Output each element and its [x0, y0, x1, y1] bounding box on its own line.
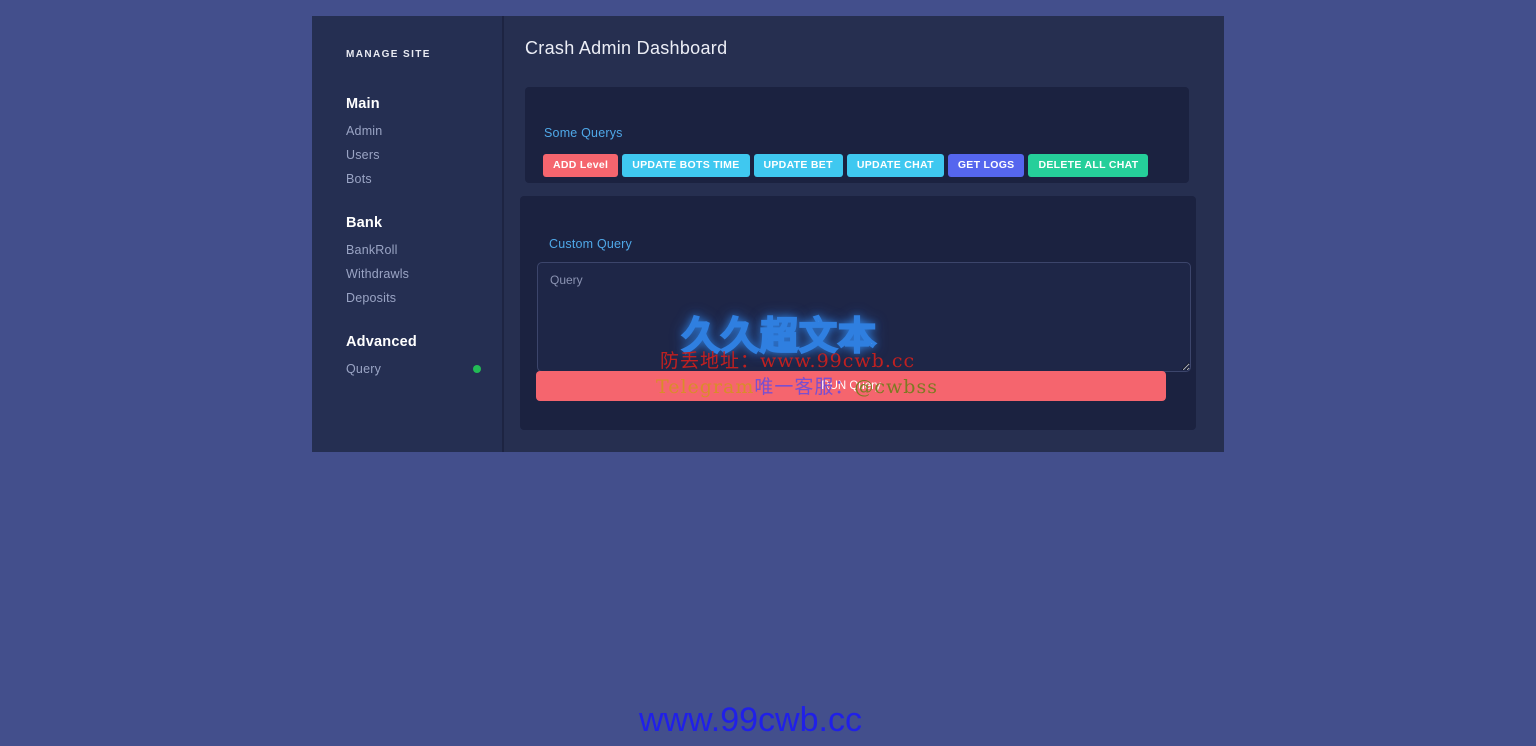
app-window: MANAGE SITE Main Admin Users Bots Bank B… — [312, 16, 1224, 452]
custom-query-heading: Custom Query — [549, 237, 632, 251]
run-query-button[interactable]: RUN Query — [536, 371, 1166, 401]
sidebar-item-label: Bots — [346, 172, 372, 186]
add-level-button[interactable]: ADD Level — [543, 154, 619, 177]
sidebar-item-label: BankRoll — [346, 243, 398, 257]
main-content: Crash Admin Dashboard Some Querys ADD Le… — [504, 16, 1224, 452]
update-chat-button[interactable]: UPDATE CHAT — [846, 154, 944, 177]
nav-group-title-bank: Bank — [346, 215, 383, 231]
sidebar-item-label: Query — [346, 362, 382, 376]
sidebar-item-label: Users — [346, 148, 380, 162]
sidebar-item-query[interactable]: Query — [346, 362, 496, 376]
queries-card-heading: Some Querys — [544, 126, 623, 140]
watermark-bottom-url: www.99cwb.cc — [639, 701, 862, 739]
nav-group-bank: Bank BankRoll Withdrawls Deposits — [346, 215, 496, 315]
nav-group-title-main: Main — [346, 96, 380, 112]
sidebar-item-users[interactable]: Users — [346, 148, 496, 162]
sidebar-item-label: Withdrawls — [346, 267, 410, 281]
update-bet-button[interactable]: UPDATE BET — [753, 154, 843, 177]
status-dot-icon — [473, 365, 481, 373]
sidebar-item-label: Deposits — [346, 291, 397, 305]
delete-all-chat-button[interactable]: DELETE ALL CHAT — [1028, 154, 1149, 177]
brand-label: MANAGE SITE — [346, 49, 431, 60]
query-button-row: ADD Level UPDATE BOTS TIME UPDATE BET UP… — [543, 154, 1149, 177]
custom-query-card: Custom Query RUN Query — [520, 196, 1196, 430]
page-title: Crash Admin Dashboard — [525, 38, 728, 58]
sidebar: MANAGE SITE Main Admin Users Bots Bank B… — [312, 16, 504, 452]
sidebar-item-withdrawls[interactable]: Withdrawls — [346, 267, 496, 281]
sidebar-item-deposits[interactable]: Deposits — [346, 291, 496, 305]
sidebar-item-label: Admin — [346, 124, 383, 138]
sidebar-item-bankroll[interactable]: BankRoll — [346, 243, 496, 257]
update-bots-time-button[interactable]: UPDATE BOTS TIME — [622, 154, 750, 177]
nav-group-title-advanced: Advanced — [346, 334, 417, 350]
nav-group-main: Main Admin Users Bots — [346, 96, 496, 196]
query-input[interactable] — [537, 262, 1191, 372]
sidebar-item-bots[interactable]: Bots — [346, 172, 496, 186]
nav-group-advanced: Advanced Query — [346, 334, 496, 386]
queries-card: Some Querys ADD Level UPDATE BOTS TIME U… — [525, 87, 1189, 183]
sidebar-item-admin[interactable]: Admin — [346, 124, 496, 138]
get-logs-button[interactable]: GET LOGS — [947, 154, 1025, 177]
